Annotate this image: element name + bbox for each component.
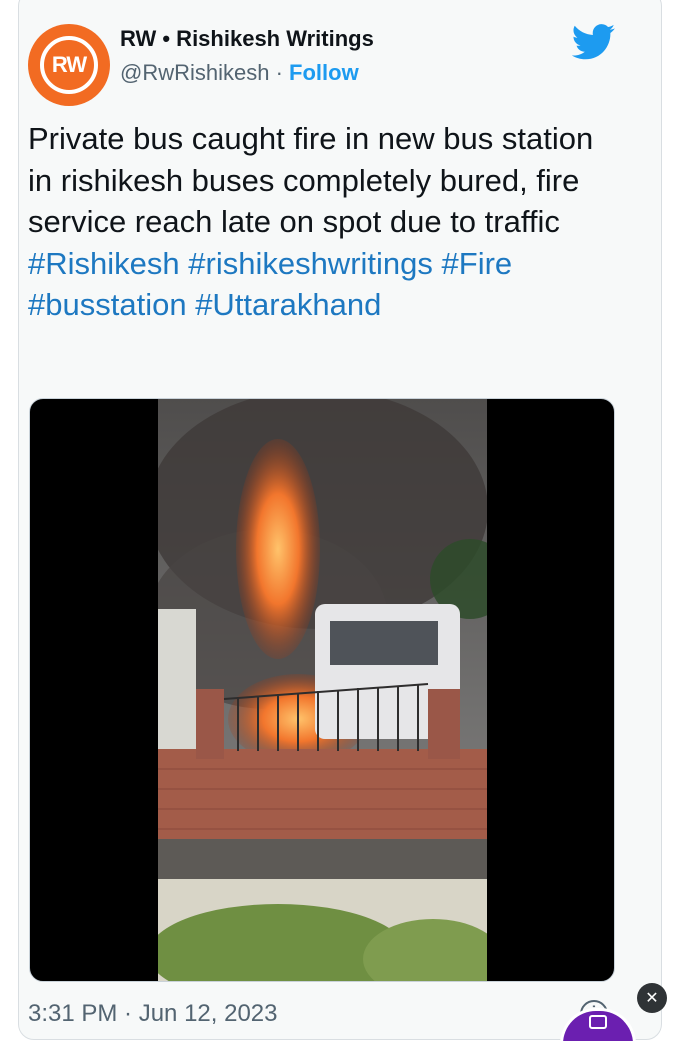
hashtag-uttarakhand[interactable]: #Uttarakhand: [195, 287, 381, 322]
flames-upper: [236, 439, 320, 659]
tweet-text: Private bus caught fire in new bus stati…: [28, 118, 624, 326]
brick-wall: [158, 749, 487, 839]
tweet-header: RW RW • Rishikesh Writings @RwRishikesh …: [28, 24, 616, 106]
separator: ·: [269, 60, 290, 85]
follow-button[interactable]: Follow: [289, 60, 359, 85]
bus-left: [158, 609, 196, 759]
avatar-logo: RW: [40, 36, 98, 94]
widget-icon: [589, 1015, 607, 1029]
handle[interactable]: @RwRishikesh: [120, 60, 269, 85]
footpath: [158, 839, 487, 879]
wall-pillar-left: [196, 689, 224, 759]
tweet-body: Private bus caught fire in new bus stati…: [28, 121, 594, 239]
twitter-bird-icon[interactable]: [572, 24, 616, 60]
close-icon[interactable]: ✕: [637, 983, 667, 1013]
display-name[interactable]: RW • Rishikesh Writings: [120, 26, 374, 52]
hashtag-rishikesh[interactable]: #Rishikesh: [28, 246, 180, 281]
handle-row: @RwRishikesh · Follow: [120, 60, 359, 86]
media-container[interactable]: [29, 398, 615, 982]
hashtag-rishikeshwritings[interactable]: #rishikeshwritings: [188, 246, 433, 281]
avatar-text: RW: [51, 52, 87, 77]
avatar[interactable]: RW: [28, 24, 110, 106]
hashtag-busstation[interactable]: #busstation: [28, 287, 187, 322]
bus-windshield: [330, 621, 438, 665]
hashtag-fire[interactable]: #Fire: [442, 246, 513, 281]
wall-pillar-right: [428, 689, 460, 759]
video-thumbnail[interactable]: [158, 399, 487, 982]
